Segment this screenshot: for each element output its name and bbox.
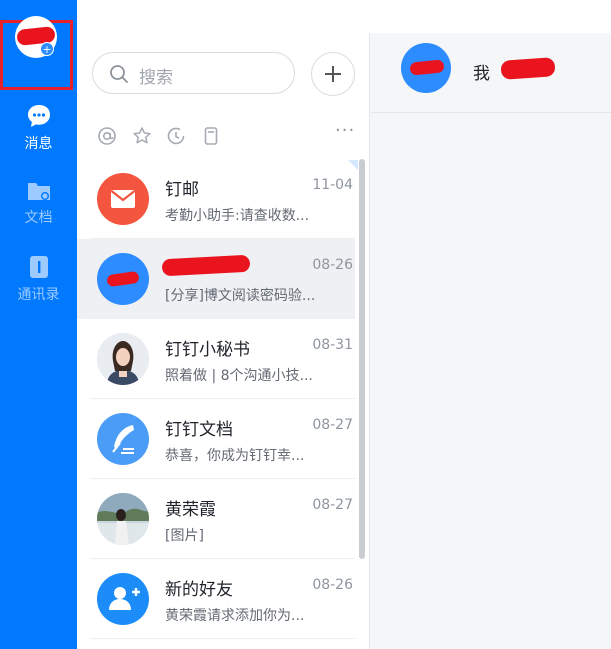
nav-label-messages: 消息 bbox=[24, 136, 53, 152]
chat-title: 我 bbox=[473, 64, 490, 84]
conversation-preview: 考勤小助手:请查收数... bbox=[165, 208, 310, 224]
chat-bubble-icon bbox=[27, 105, 50, 127]
list-item[interactable]: 钉邮 11-04 考勤小助手:请查收数... bbox=[77, 159, 355, 239]
conversation-preview: [图片] bbox=[165, 528, 204, 544]
conversation-date: 08-27 bbox=[312, 417, 353, 433]
filter-toolbar: ··· bbox=[95, 120, 365, 148]
conversation-preview: 恭喜，你成为钉钉幸... bbox=[165, 448, 305, 464]
conversation-list-panel: 搜索 ··· 钉邮 11-04 考勤小助手:请查收数... 08-26 [分享]… bbox=[77, 33, 370, 649]
list-item[interactable]: 黄荣霞 08-27 [图片] bbox=[77, 479, 355, 559]
scroll-corner-marker bbox=[348, 160, 358, 170]
conversation-name: 钉邮 bbox=[165, 180, 199, 200]
more-options-icon[interactable]: ··· bbox=[335, 120, 355, 141]
conversation-preview: [分享]博文阅读密码验... bbox=[165, 288, 316, 304]
conversation-name: 钉钉小秘书 bbox=[165, 340, 250, 360]
nav-item-docs[interactable]: 文档 bbox=[0, 179, 77, 227]
nav-item-messages[interactable]: 消息 bbox=[0, 103, 77, 153]
star-icon[interactable] bbox=[132, 126, 152, 146]
group-avatar bbox=[97, 253, 149, 305]
redaction-mark bbox=[161, 254, 251, 277]
conversation-name: 钉钉文档 bbox=[165, 420, 233, 440]
avatar-photo bbox=[97, 493, 149, 545]
chat-header: 我 bbox=[371, 33, 611, 113]
pin-icon[interactable] bbox=[201, 126, 221, 146]
conversation-date: 11-04 bbox=[312, 177, 353, 193]
conversation-date: 08-27 bbox=[312, 497, 353, 513]
conversation-date: 08-26 bbox=[312, 257, 353, 273]
list-item[interactable]: 钉钉小秘书 08-31 照着做 | 8个沟通小技... bbox=[77, 319, 355, 399]
search-input[interactable]: 搜索 bbox=[92, 52, 295, 94]
create-plus-button[interactable] bbox=[311, 52, 355, 96]
nav-label-docs: 文档 bbox=[24, 210, 53, 226]
nav-item-contacts[interactable]: 通讯录 bbox=[0, 254, 77, 304]
left-nav-rail: + 消息 文档 通讯录 bbox=[0, 0, 77, 649]
add-account-badge-icon[interactable]: + bbox=[40, 42, 54, 56]
conversation-preview: 黄荣霞请求添加你为... bbox=[165, 608, 305, 624]
divider bbox=[91, 638, 355, 639]
nav-label-contacts: 通讯录 bbox=[17, 287, 60, 303]
quill-doc-icon bbox=[97, 413, 149, 465]
at-mention-icon[interactable] bbox=[97, 126, 117, 146]
clock-icon[interactable] bbox=[166, 126, 186, 146]
chat-avatar[interactable] bbox=[401, 43, 451, 93]
folder-icon bbox=[27, 183, 50, 200]
list-scrollbar[interactable] bbox=[359, 159, 365, 559]
redaction-mark bbox=[409, 59, 445, 76]
avatar-photo bbox=[97, 333, 149, 385]
top-title-bar bbox=[77, 0, 611, 33]
plus-icon-stroke bbox=[332, 66, 335, 82]
list-item[interactable]: 08-26 [分享]博文阅读密码验... bbox=[77, 239, 355, 319]
conversation-preview: 照着做 | 8个沟通小技... bbox=[165, 368, 313, 384]
contacts-book-icon bbox=[29, 256, 48, 278]
list-item[interactable]: 新的好友 08-26 黄荣霞请求添加你为... bbox=[77, 559, 355, 639]
search-icon bbox=[110, 65, 128, 83]
conversation-name: 新的好友 bbox=[165, 580, 233, 600]
redaction-mark bbox=[500, 57, 556, 80]
conversation-name: 黄荣霞 bbox=[165, 500, 216, 520]
add-friend-icon bbox=[97, 573, 149, 625]
redaction-mark bbox=[106, 270, 140, 288]
search-placeholder: 搜索 bbox=[139, 68, 173, 88]
mail-icon bbox=[97, 173, 149, 225]
conversation-date: 08-31 bbox=[312, 337, 353, 353]
conversation-date: 08-26 bbox=[312, 577, 353, 593]
list-item[interactable]: 钉钉文档 08-27 恭喜，你成为钉钉幸... bbox=[77, 399, 355, 479]
